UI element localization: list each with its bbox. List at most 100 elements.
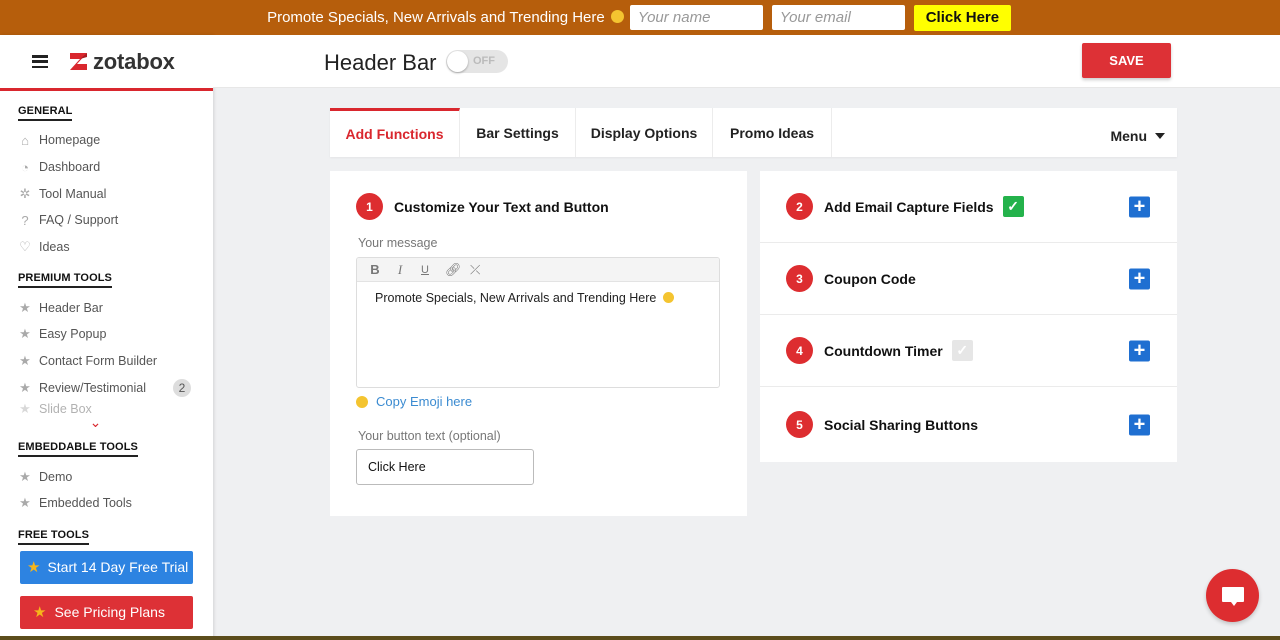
sidebar-item-review-testimonial[interactable]: ★ Review/Testimonial 2: [18, 375, 213, 402]
underline-icon[interactable]: U: [420, 264, 430, 276]
smiley-emoji-icon: [662, 292, 674, 303]
functions-card: 2 Add Email Capture Fields ✓ + 3 Coupon …: [760, 171, 1177, 462]
smiley-emoji-icon: [356, 395, 368, 408]
sidebar-item-label: Header Bar: [39, 300, 103, 315]
section-title: GENERAL: [18, 105, 73, 121]
step-number-badge: 5: [786, 411, 813, 438]
sidebar-item-easy-popup[interactable]: ★ Easy Popup: [18, 321, 213, 348]
start-free-trial-button[interactable]: ★ Start 14 Day Free Trial: [20, 550, 193, 584]
logo-text: zotabox: [93, 48, 175, 74]
sidebar-item-label: FAQ / Support: [39, 213, 119, 228]
sidebar-item-label: Ideas: [39, 240, 70, 255]
expand-plus-button[interactable]: +: [1129, 268, 1150, 289]
star-icon: ★: [19, 299, 31, 315]
menu-dropdown[interactable]: Menu: [1110, 108, 1177, 157]
button-text-label: Your button text (optional): [358, 429, 501, 443]
sidebar-item-header-bar[interactable]: ★ Header Bar: [18, 294, 213, 321]
bold-icon[interactable]: B: [370, 262, 380, 277]
step-number-badge: 4: [786, 337, 813, 364]
italic-icon[interactable]: I: [395, 262, 405, 278]
star-icon: ★: [33, 604, 47, 622]
disabled-checkmark-icon: ✓: [951, 340, 973, 361]
window-bottom-edge: [0, 636, 1280, 640]
sidebar-item-tool-manual[interactable]: ✲ Tool Manual: [18, 180, 213, 207]
section-title: FREE TOOLS: [18, 529, 90, 545]
sidebar-item-embedded-tools[interactable]: ★ Embedded Tools: [18, 490, 213, 517]
see-pricing-plans-button[interactable]: ★ See Pricing Plans: [20, 595, 193, 629]
page-title: Header Bar: [324, 50, 437, 75]
link-icon[interactable]: 🔗︎: [445, 262, 462, 278]
sidebar-item-label: Review/Testimonial: [39, 380, 146, 395]
promo-email-input[interactable]: [771, 5, 905, 30]
tab-add-functions[interactable]: Add Functions: [330, 108, 460, 157]
home-icon: ⌂: [21, 132, 29, 148]
section-title: EMBEDDABLE TOOLS: [18, 441, 138, 458]
sidebar-item-contact-form-builder[interactable]: ★ Contact Form Builder: [18, 348, 213, 375]
toggle-knob: [447, 51, 468, 72]
message-textarea[interactable]: Promote Specials, New Arrivals and Trend…: [357, 282, 719, 314]
caret-down-icon: [1155, 132, 1165, 139]
message-label: Your message: [358, 236, 438, 250]
message-editor: B I U 🔗︎ ⤫ Promote Specials, New Arrival…: [356, 257, 720, 388]
copy-emoji-link[interactable]: Copy Emoji here: [356, 394, 472, 409]
editor-toolbar: B I U 🔗︎ ⤫: [357, 258, 719, 282]
unlink-icon[interactable]: ⤫: [470, 262, 480, 278]
sidebar-item-label: Embedded Tools: [39, 496, 132, 511]
chat-widget-button[interactable]: [1206, 569, 1259, 622]
function-title: Coupon Code: [824, 270, 916, 287]
tab-bar: Add Functions Bar Settings Display Optio…: [330, 108, 1177, 157]
star-icon: ★: [19, 401, 31, 417]
sidebar-item-ideas[interactable]: ♡ Ideas: [18, 234, 213, 261]
tab-promo-ideas[interactable]: Promo Ideas: [713, 108, 832, 157]
gear-icon: ✲: [19, 185, 31, 201]
button-label: Start 14 Day Free Trial: [47, 559, 189, 576]
sidebar-section-general: GENERAL ⌂ Homepage ◔ Dashboard ✲ Tool Manua…: [0, 91, 213, 260]
card-title: Customize Your Text and Button: [394, 198, 609, 215]
function-row-email-capture: 2 Add Email Capture Fields ✓ +: [760, 171, 1177, 243]
count-badge: 2: [173, 378, 191, 397]
sidebar-header: zotabox: [0, 35, 213, 91]
star-icon: ★: [19, 468, 31, 484]
expand-plus-button[interactable]: +: [1129, 196, 1150, 217]
step-number-badge: 2: [786, 193, 813, 220]
sidebar-item-slide-box[interactable]: ★ Slide Box: [18, 401, 213, 417]
sidebar-item-homepage[interactable]: ⌂ Homepage: [18, 127, 213, 154]
function-row-countdown-timer: 4 Countdown Timer ✓ +: [760, 315, 1177, 387]
sidebar-section-free: FREE TOOLS: [0, 517, 213, 545]
scroll-down-chevron-icon[interactable]: ⌄: [0, 415, 213, 431]
promo-name-input[interactable]: [629, 5, 763, 30]
enabled-checkmark-icon: ✓: [1002, 196, 1024, 217]
sidebar-item-label: Demo: [39, 469, 73, 484]
sidebar: zotabox GENERAL ⌂ Homepage ◔ Dashboard ✲ To…: [0, 35, 213, 640]
function-row-coupon-code: 3 Coupon Code +: [760, 243, 1177, 315]
tab-display-options[interactable]: Display Options: [576, 108, 713, 157]
button-text-input[interactable]: [356, 449, 534, 485]
step-number-badge: 1: [356, 193, 383, 220]
save-button[interactable]: SAVE: [1082, 43, 1171, 78]
sidebar-item-label: Tool Manual: [39, 186, 107, 201]
card-header: 1 Customize Your Text and Button: [356, 193, 609, 220]
hamburger-menu-icon[interactable]: [32, 55, 48, 68]
function-row-social-sharing: 5 Social Sharing Buttons +: [760, 387, 1177, 462]
star-icon: ★: [27, 559, 41, 577]
sidebar-item-demo[interactable]: ★ Demo: [18, 463, 213, 490]
star-icon: ★: [19, 379, 31, 395]
chat-bubble-icon: [1221, 587, 1244, 606]
enable-toggle[interactable]: OFF: [446, 50, 508, 73]
tab-bar-settings[interactable]: Bar Settings: [460, 108, 576, 157]
lightbulb-icon: ♡: [19, 239, 31, 255]
sidebar-item-dashboard[interactable]: ◔ Dashboard: [18, 154, 213, 181]
expand-plus-button[interactable]: +: [1129, 340, 1150, 361]
section-title: PREMIUM TOOLS: [18, 272, 112, 289]
sidebar-item-label: Dashboard: [39, 160, 101, 175]
zotabox-logo[interactable]: zotabox: [68, 49, 175, 75]
function-title: Countdown Timer: [824, 342, 943, 359]
star-icon: ★: [19, 326, 31, 342]
sidebar-item-faq-support[interactable]: ? FAQ / Support: [18, 207, 213, 234]
sidebar-item-label: Slide Box: [39, 402, 92, 417]
function-title: Add Email Capture Fields: [824, 198, 994, 215]
gauge-icon: ◔: [21, 159, 29, 175]
expand-plus-button[interactable]: +: [1129, 414, 1150, 435]
button-label: See Pricing Plans: [54, 604, 165, 621]
promo-cta-button[interactable]: Click Here: [913, 4, 1011, 31]
